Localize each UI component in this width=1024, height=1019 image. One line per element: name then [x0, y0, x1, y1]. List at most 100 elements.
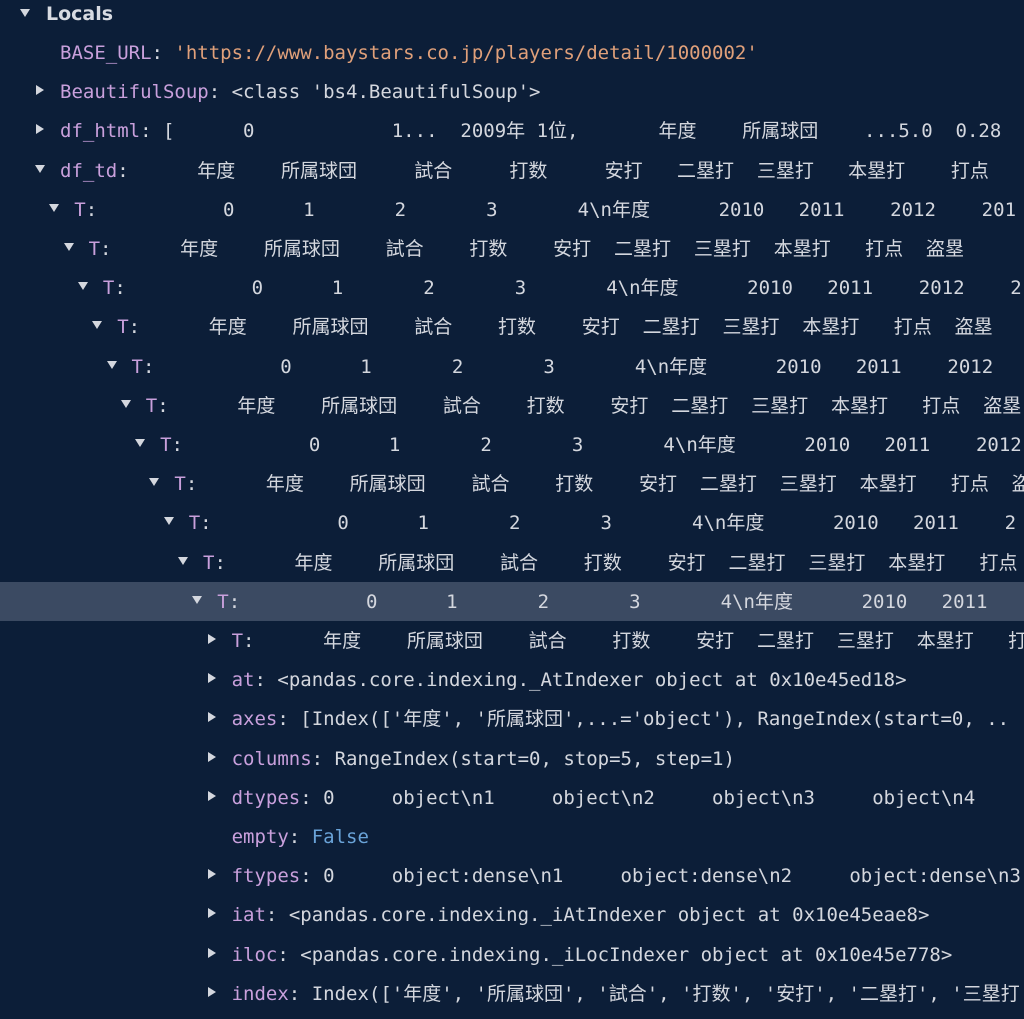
- collapse-triangle-icon[interactable]: [207, 869, 216, 880]
- variable-name: axes: [231, 708, 278, 731]
- variable-name: empty: [231, 826, 289, 848]
- variable-row[interactable]: T: 年度 所属球団 試合 打数 安打 二塁打 三塁打 本塁打 打点 盗塁 打: [0, 386, 1024, 425]
- name-value-separator: :: [142, 355, 166, 378]
- variable-row[interactable]: ftypes: 0 object:dense\n1 object:dense\n…: [0, 856, 1024, 895]
- variable-name: T: [203, 551, 215, 574]
- variable-row[interactable]: axes: [Index(['年度', '所属球団',...='object')…: [0, 699, 1024, 738]
- name-value-separator: :: [157, 394, 181, 417]
- variable-value: 0 1 2 3 4\n年度 2010 2011 2012: [165, 355, 994, 378]
- name-value-separator: :: [114, 277, 138, 300]
- variable-name: T: [74, 198, 86, 221]
- expand-triangle-icon[interactable]: [135, 439, 146, 447]
- collapse-triangle-icon[interactable]: [207, 751, 216, 762]
- collapse-triangle-icon[interactable]: [207, 947, 216, 958]
- locals-section-header[interactable]: Locals: [0, 0, 1024, 30]
- variable-row[interactable]: BASE_URL: 'https://www.baystars.co.jp/pl…: [0, 33, 1024, 72]
- variable-value: 'https://www.baystars.co.jp/players/deta…: [174, 42, 758, 64]
- variable-row[interactable]: BeautifulSoup: <class 'bs4.BeautifulSoup…: [0, 72, 1024, 111]
- name-value-separator: :: [85, 198, 109, 221]
- variable-name: df_html: [60, 120, 141, 143]
- variable-name: index: [231, 982, 289, 1005]
- variable-name: T: [145, 394, 158, 417]
- variable-value: 0 1 2 3 4\n年度 2010 2011 2012: [194, 434, 1022, 456]
- variable-row[interactable]: empty: False: [0, 817, 1024, 856]
- variable-row[interactable]: at: <pandas.core.indexing._AtIndexer obj…: [0, 660, 1024, 699]
- variable-value: 年度 所属球団 試合 打数 安打 二塁打 三塁打 本塁打 打点 盗塁: [208, 473, 1024, 496]
- variable-row[interactable]: T: 年度 所属球団 試合 打数 安打 二塁打 三塁打 本塁打 打点 盗塁 打率…: [0, 307, 1024, 346]
- collapse-triangle-icon[interactable]: [36, 85, 44, 96]
- name-value-separator: :: [214, 551, 238, 574]
- variable-row[interactable]: index: Index(['年度', '所属球団', '試合', '打数', …: [0, 974, 1024, 1013]
- variable-row[interactable]: T: 年度 所属球団 試合 打数 安打 二塁打 三塁打 本塁打 打点 盗塁: [0, 464, 1024, 503]
- variable-row[interactable]: iloc: <pandas.core.indexing._iLocIndexer…: [0, 935, 1024, 974]
- variable-row[interactable]: T: 年度 所属球団 試合 打数 安打 二塁打 三塁打 本塁打 打点 盗塁: [0, 621, 1024, 660]
- variable-name: columns: [231, 747, 312, 770]
- expand-triangle-icon[interactable]: [20, 9, 30, 17]
- expand-triangle-icon[interactable]: [77, 282, 88, 291]
- variable-name: T: [117, 316, 129, 339]
- expand-triangle-icon[interactable]: [192, 595, 203, 604]
- variable-name: T: [174, 473, 186, 496]
- expand-triangle-icon[interactable]: [149, 478, 160, 487]
- collapse-triangle-icon[interactable]: [207, 790, 216, 801]
- variable-value: RangeIndex(start=0, stop=5, step=1): [334, 747, 735, 770]
- variable-value: 年度 所属球団 試合 打数 安打 二塁打 三塁打 本塁打 打点 盗塁 打: [180, 394, 1024, 417]
- variable-value: 年度 所属球団 試合 打数 安打 二塁打 三塁打 本塁打 打点: [140, 159, 989, 182]
- name-value-separator: :: [300, 786, 324, 809]
- variable-name: at: [231, 669, 255, 692]
- variable-row[interactable]: T: 年度 所属球団 試合 打数 安打 二塁打 三塁打 本塁打 打点 盗塁: [0, 543, 1024, 582]
- expand-triangle-icon[interactable]: [35, 164, 45, 173]
- variable-value: <pandas.core.indexing._iAtIndexer object…: [288, 904, 930, 927]
- variable-name: T: [88, 238, 101, 260]
- name-value-separator: :: [228, 590, 252, 613]
- variable-row[interactable]: T: 0 1 2 3 4\n年度 2010 2011: [0, 581, 1024, 621]
- variable-row[interactable]: iat: <pandas.core.indexing._iAtIndexer o…: [0, 895, 1024, 934]
- name-value-separator: :: [117, 159, 141, 182]
- expand-triangle-icon[interactable]: [120, 399, 131, 408]
- name-value-separator: :: [243, 630, 266, 652]
- name-value-separator: :: [128, 316, 152, 339]
- variable-row[interactable]: T: 0 1 2 3 4\n年度 2010 2011 2012 2: [0, 268, 1024, 307]
- expand-triangle-icon[interactable]: [49, 203, 60, 212]
- expand-triangle-icon[interactable]: [106, 360, 117, 369]
- name-value-separator: :: [100, 238, 123, 260]
- variable-value: <pandas.core.indexing._iLocIndexer objec…: [300, 943, 953, 966]
- name-value-separator: :: [277, 708, 301, 731]
- variable-value: Index(['年度', '所属球団', '試合', '打数', '安打', '…: [311, 982, 1020, 1005]
- expand-triangle-icon[interactable]: [163, 517, 174, 526]
- collapse-triangle-icon[interactable]: [207, 712, 216, 723]
- variable-row[interactable]: T: 0 1 2 3 4\n年度 2010 2011 2012: [0, 425, 1024, 464]
- variable-row[interactable]: T: 0 1 2 3 4\n年度 2010 2011 2012: [0, 347, 1024, 386]
- variable-value: [Index(['年度', '所属球団',...='object'), Rang…: [300, 708, 1010, 731]
- collapse-triangle-icon[interactable]: [207, 673, 216, 684]
- name-value-separator: :: [200, 512, 224, 535]
- variable-row[interactable]: columns: RangeIndex(start=0, stop=5, ste…: [0, 739, 1024, 778]
- variable-name: BASE_URL: [60, 42, 152, 64]
- variables-panel: Locals BASE_URL: 'https://www.baystars.c…: [0, 0, 1024, 1019]
- variable-name: iloc: [231, 943, 278, 966]
- variable-value: 0 object\n1 object\n2 object\n3 object\n…: [323, 786, 1024, 809]
- variable-name: BeautifulSoup: [60, 81, 209, 104]
- name-value-separator: :: [208, 81, 232, 104]
- expand-triangle-icon[interactable]: [92, 321, 103, 330]
- expand-triangle-icon[interactable]: [178, 556, 188, 565]
- variable-row[interactable]: T: 年度 所属球団 試合 打数 安打 二塁打 三塁打 本塁打 打点 盗塁 打率…: [0, 229, 1024, 268]
- variable-value: 0 1 2 3 4\n年度 2010 2011 2012 2: [137, 277, 1022, 300]
- variable-row[interactable]: T: 0 1 2 3 4\n年度 2010 2011 2012 201: [0, 190, 1024, 229]
- variable-row[interactable]: dtypes: 0 object\n1 object\n2 object\n3 …: [0, 778, 1024, 817]
- variable-row[interactable]: T: 0 1 2 3 4\n年度 2010 2011 2: [0, 503, 1024, 542]
- variable-value: 年度 所属球団 試合 打数 安打 二塁打 三塁打 本塁打 打点 盗塁: [237, 551, 1024, 574]
- name-value-separator: :: [288, 982, 312, 1005]
- variable-row[interactable]: df_html: [ 0 1... 2009年 1位, 年度 所属球団 ...5…: [0, 111, 1024, 150]
- expand-triangle-icon[interactable]: [63, 243, 74, 251]
- collapse-triangle-icon[interactable]: [207, 908, 216, 919]
- name-value-separator: :: [300, 865, 324, 888]
- variable-value: 0 1 2 3 4\n年度 2010 2011: [251, 590, 988, 613]
- variable-name: dtypes: [231, 786, 301, 809]
- name-value-separator: :: [140, 120, 163, 143]
- collapse-triangle-icon[interactable]: [36, 124, 44, 135]
- collapse-triangle-icon[interactable]: [207, 986, 216, 997]
- name-value-separator: :: [171, 434, 195, 456]
- collapse-triangle-icon[interactable]: [207, 634, 216, 644]
- variable-row[interactable]: df_td: 年度 所属球団 試合 打数 安打 二塁打 三塁打 本塁打 打点: [0, 151, 1024, 190]
